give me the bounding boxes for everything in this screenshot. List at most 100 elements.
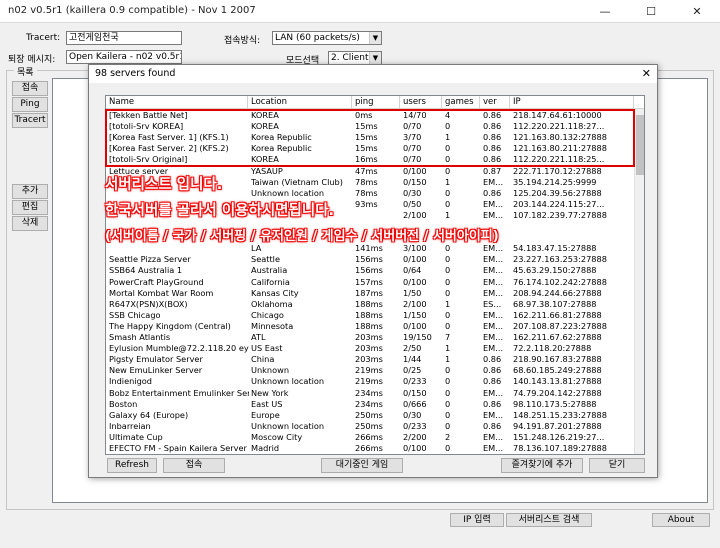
cell-users: 0/30 [403,409,422,420]
server-row[interactable]: Mortal Kombat War Room Kansas City 187ms 1/… [106,288,636,299]
dialog-close-icon[interactable]: ✕ [642,67,651,80]
maximize-icon[interactable]: ☐ [628,0,674,23]
column-header-name[interactable]: Name [106,96,248,109]
scrollbar-thumb[interactable] [636,115,644,175]
refresh-button[interactable]: Refresh [107,458,157,473]
ping-button[interactable]: Ping [12,97,48,112]
cell-users: 0/50 [403,198,422,209]
cell-ip: 148.251.15.233:27888 [513,409,607,420]
server-row[interactable]: Indienigod Unknown location 219ms 0/233 0 0.8… [106,376,636,387]
cell-ip: 107.182.239.77:27888 [513,209,607,220]
dialog-connect-button[interactable]: 접속 [163,458,225,473]
cell-ping: 93ms [355,198,378,209]
cell-users: 0/233 [403,376,427,387]
cell-ip: 68.97.38.107:27888 [513,298,597,309]
server-row[interactable]: Eylusion Mumble@72.2.118.20 eyl... US Eas… [106,343,636,354]
server-row[interactable]: SSB Chicago Chicago 188ms 1/150 0 EM... 162.21… [106,310,636,321]
cell-ip: 162.211.67.62:27888 [513,332,602,342]
server-row[interactable]: Bobz Entertainment Emulinker Ser... New Y… [106,388,636,399]
server-row[interactable]: R647X(PSN)X(BOX) Oklahoma 188ms 2/100 1 ES...… [106,299,636,310]
server-row[interactable]: Boston East US 234ms 0/666 0 0.86 98.110.173.5… [106,399,636,410]
cell-location: Madrid [251,443,280,453]
cell-ping: 266ms [355,443,383,453]
server-row[interactable]: Galaxy 64 (Europe) Europe 250ms 0/30 0 EM... 1… [106,410,636,421]
quit-message-input[interactable]: Open Kailera - n02 v0.5r1 (ka [66,50,182,64]
add-favorite-button[interactable]: 즐겨찾기에 추가 [501,458,583,473]
cell-location: Unknown location [251,376,325,387]
cell-ver: EM... [483,309,504,320]
cell-location: ATL [251,332,266,342]
cell-ping: 78ms [355,187,378,198]
column-header-location[interactable]: Location [248,96,352,109]
column-header-users[interactable]: users [400,96,442,109]
tracert-input[interactable]: 고전게임천국 [66,31,182,45]
cell-users: 3/100 [403,243,427,254]
tracert-button[interactable]: Tracert [12,113,48,128]
server-row[interactable]: Pigsty Emulator Server China 203ms 1/44 1 0.8… [106,354,636,365]
cell-ping: 188ms [355,309,383,320]
mode-value: 2. Client [331,53,369,63]
cell-users: 1/150 [403,309,427,320]
cell-games: 7 [445,332,451,342]
cell-users: 0/100 [403,443,427,453]
cell-location: Unknown location [251,187,325,198]
cell-ip: 45.63.29.150:27888 [513,265,597,276]
cell-ping: 78ms [355,176,378,187]
cell-ver: EM... [483,332,504,342]
column-header-games[interactable]: games [442,96,480,109]
server-row[interactable]: Smash Atlantis ATL 203ms 19/150 7 EM... 162.21… [106,332,636,343]
cell-users: 0/233 [403,420,427,431]
cell-ver: EM... [483,387,504,398]
waiting-games-button[interactable]: 대기중인 게임 [321,458,403,473]
cell-users: 1/44 [403,354,422,365]
mode-select[interactable]: 2. Client ▼ [328,51,382,65]
cell-games: 1 [445,354,451,365]
cell-ping: 188ms [355,320,383,331]
server-row[interactable]: The Happy Kingdom (Central) Minnesota 188m… [106,321,636,332]
column-header-ping[interactable]: ping [352,96,400,109]
cell-games: 0 [445,443,451,453]
minimize-icon[interactable]: — [582,0,628,23]
vertical-scrollbar[interactable] [634,109,644,454]
edit-button[interactable]: 편집 [12,200,48,215]
cell-ping: 188ms [355,298,383,309]
server-row[interactable]: Seattle Pizza Server Seattle 156ms 0/100 0 EM… [106,254,636,265]
cell-users: 0/100 [403,276,427,287]
delete-button[interactable]: 삭제 [12,216,48,231]
server-row[interactable]: LA 141ms 3/100 0 EM... 54.183.47.15:27888 [106,243,636,254]
cell-ver: EM... [483,343,504,354]
column-header-ip[interactable]: IP [510,96,634,109]
server-row[interactable]: Ultimate Cup Moscow City 266ms 2/200 2 EM... 1… [106,432,636,443]
server-row[interactable]: Inbarreian Unknown location 250ms 0/233 0 0.8… [106,421,636,432]
cell-name: Ultimate Cup [109,431,163,442]
connection-type-select[interactable]: LAN (60 packets/s) ▼ [272,31,382,45]
server-row[interactable]: PowerCraft PlayGround California 157ms 0/10… [106,277,636,288]
connect-button[interactable]: 접속 [12,81,48,96]
ip-input-button[interactable]: IP 입력 [450,513,504,527]
about-button[interactable]: About [652,513,710,527]
cell-games: 1 [445,176,451,187]
column-header-ver[interactable]: ver [480,96,510,109]
annotation-line-2: 한국서버를 골라서 이용하시면됩니다. [105,203,335,219]
server-row[interactable]: New EmuLinker Server Unknown 219ms 0/25 0 0.8… [106,365,636,376]
cell-ver: 0.87 [483,165,502,176]
cell-users: 0/25 [403,365,422,376]
cell-ver: EM... [483,265,504,276]
cell-users: 0/64 [403,265,422,276]
close-icon[interactable]: ✕ [674,0,720,23]
server-row[interactable]: SSB64 Australia 1 Australia 156ms 0/64 0 EM..… [106,265,636,276]
add-button[interactable]: 추가 [12,184,48,199]
cell-name: Bobz Entertainment Emulinker Ser... [109,387,249,398]
dialog-close-button[interactable]: 닫기 [589,458,645,473]
cell-ping: 47ms [355,165,378,176]
server-row[interactable]: EFECTO FM - Spain Kailera Server Madrid 26… [106,443,636,454]
cell-location: Australia [251,265,288,276]
dialog-title-bar: 98 servers found ✕ [89,65,657,83]
cell-ver: EM... [483,209,504,220]
cell-ver: 0.86 [483,365,502,376]
tracert-label: Tracert: [26,33,61,43]
server-search-button[interactable]: 서버리스트 검색 [506,513,592,527]
cell-games: 0 [445,243,451,254]
cell-name: Pigsty Emulator Server [109,354,203,365]
connection-type-label: 접속방식: [224,36,261,46]
